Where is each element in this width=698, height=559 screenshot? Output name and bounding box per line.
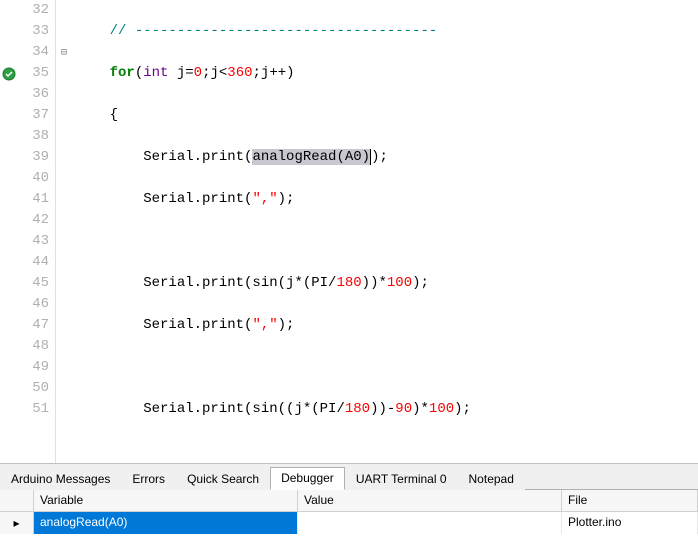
selected-text[interactable]: analogRead(A0) — [252, 149, 370, 165]
watch-value-cell[interactable] — [298, 512, 562, 534]
col-header-file[interactable]: File — [562, 490, 698, 511]
fold-gutter[interactable]: ⊟ — [56, 0, 72, 463]
comment: // ------------------------------------ — [110, 23, 438, 39]
col-header-value[interactable]: Value — [298, 490, 562, 511]
tab-debugger[interactable]: Debugger — [270, 467, 345, 490]
tab-errors[interactable]: Errors — [121, 468, 176, 490]
watch-variable-cell[interactable]: analogRead(A0) — [34, 512, 298, 534]
col-header-variable[interactable]: Variable — [34, 490, 298, 511]
watch-row[interactable]: ▸ analogRead(A0) Plotter.ino — [0, 512, 698, 534]
watch-file-cell[interactable]: Plotter.ino — [562, 512, 698, 534]
tab-notepad[interactable]: Notepad — [458, 468, 525, 490]
breakpoint-marker[interactable] — [0, 63, 18, 84]
panel-tabs: Arduino Messages Errors Quick Search Deb… — [0, 464, 698, 490]
current-row-indicator: ▸ — [0, 512, 34, 534]
line-number-gutter: 3233343536373839404142434445464748495051 — [18, 0, 56, 463]
code-text[interactable]: // ------------------------------------ … — [72, 0, 698, 463]
bottom-panel: Arduino Messages Errors Quick Search Deb… — [0, 464, 698, 559]
tab-quick-search[interactable]: Quick Search — [176, 468, 270, 490]
tab-uart-terminal[interactable]: UART Terminal 0 — [345, 468, 458, 490]
breakpoint-gutter[interactable] — [0, 0, 18, 463]
tab-arduino-messages[interactable]: Arduino Messages — [0, 468, 121, 490]
row-header-corner — [0, 490, 34, 511]
watch-grid-header: Variable Value File — [0, 490, 698, 512]
fold-toggle[interactable]: ⊟ — [56, 42, 72, 63]
code-editor[interactable]: 3233343536373839404142434445464748495051… — [0, 0, 698, 464]
